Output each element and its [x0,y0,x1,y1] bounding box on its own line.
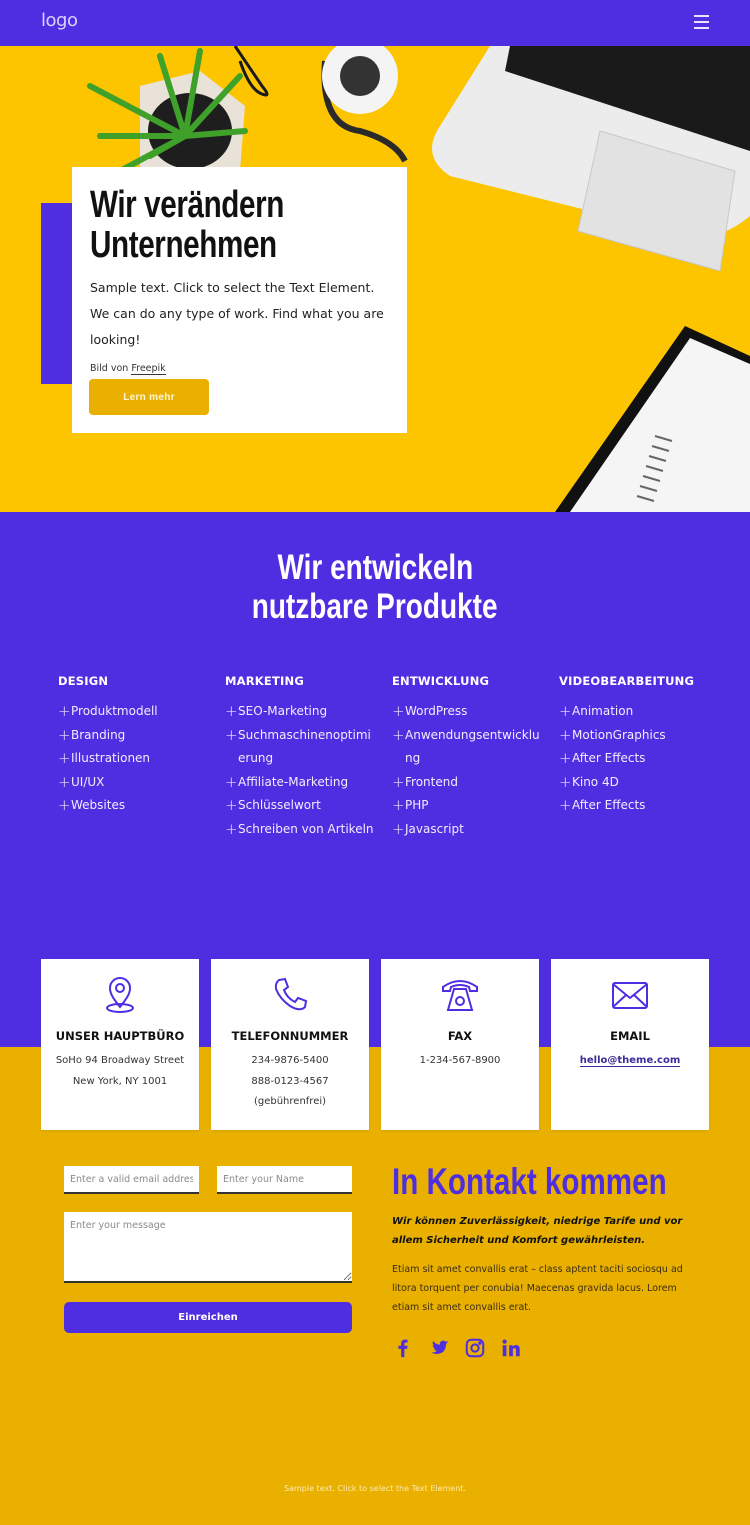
list-item[interactable]: After Effects [559,794,709,818]
card-title: FAX [447,1029,473,1043]
list-item[interactable]: Anwendungsentwicklung [392,724,542,771]
card-line: (gebührenfrei) [253,1096,327,1107]
column-entwicklung: ENTWICKLUNG WordPress Anwendungsentwickl… [392,674,559,841]
contact-body: Etiam sit amet convallis erat – class ap… [392,1264,683,1313]
footer-text: Sample text. Click to select the Text El… [284,1484,466,1493]
hero-section: Wir verändern Unternehmen Sample text. C… [0,46,750,512]
map-pin-icon [106,977,134,1013]
twitter-icon[interactable] [428,1337,450,1359]
list-item[interactable]: Animation [559,700,709,724]
message-textarea[interactable] [64,1212,352,1283]
products-title-line-1: Wir entwickeln [277,548,473,587]
hero-title: Wir verändern Unternehmen [90,185,402,265]
linkedin-icon[interactable] [500,1337,522,1359]
list-item[interactable]: Kino 4D [559,771,709,795]
list-item[interactable]: After Effects [559,747,709,771]
list-item[interactable]: Branding [58,724,208,748]
card-line: SoHo 94 Broadway Street [55,1055,185,1066]
list-item[interactable]: WordPress [392,700,542,724]
list-item[interactable]: Frontend [392,771,542,795]
contact-info: In Kontakt kommen Wir können Zuverlässig… [392,1160,692,1359]
freepik-link[interactable]: Freepik [131,363,166,375]
hamburger-menu-icon[interactable] [694,15,709,29]
products-title-line-2: nutzbare Produkte [252,587,498,626]
column-design: DESIGN Produktmodell Branding Illustrati… [58,674,225,841]
list-item[interactable]: Schreiben von Artikeln [225,818,375,842]
column-heading: ENTWICKLUNG [392,674,490,688]
card-title: TELEFONNUMMER [231,1029,349,1043]
card-line: New York, NY 1001 [72,1075,168,1087]
learn-more-button[interactable]: Lern mehr [89,379,209,415]
contact-title: In Kontakt kommen [392,1161,667,1202]
list-item[interactable]: SEO-Marketing [225,700,375,724]
list-item[interactable]: MotionGraphics [559,724,709,748]
clipboard-illustration [555,326,750,512]
list-item[interactable]: Javascript [392,818,542,842]
list-item[interactable]: Schlüsselwort [225,794,375,818]
site-header: logo [0,0,750,46]
card-title: EMAIL [610,1029,650,1043]
hero-text: Sample text. Click to select the Text El… [90,280,384,347]
list-item[interactable]: Websites [58,794,208,818]
column-marketing: MARKETING SEO-Marketing Suchmaschinenopt… [225,674,392,841]
card-title: UNSER HAUPTBÜRO [55,1029,185,1043]
paperclip-illustration [233,46,269,97]
image-credit: Bild von Freepik [90,363,389,375]
list-item[interactable]: Illustrationen [58,747,208,771]
tape-illustration [321,46,408,163]
laptop-illustration [432,46,750,272]
column-heading: VIDEOBEARBEITUNG [559,674,695,688]
products-title: Wir entwickeln nutzbare Produkte [0,548,750,626]
list-item[interactable]: PHP [392,794,542,818]
facebook-icon[interactable] [392,1337,414,1359]
contact-lead: Wir können Zuverlässigkeit, niedrige Tar… [392,1216,683,1246]
phone-icon [274,977,308,1011]
column-heading: DESIGN [58,674,109,688]
card-office: UNSER HAUPTBÜRO SoHo 94 Broadway Street … [41,959,199,1130]
card-line: 234-9876-5400 [251,1055,329,1066]
card-phone: TELEFONNUMMER 234-9876-5400 888-0123-456… [211,959,369,1130]
credit-prefix: Bild von [90,363,129,374]
instagram-icon[interactable] [464,1337,486,1359]
logo[interactable]: logo [41,10,78,31]
list-item[interactable]: Affiliate-Marketing [225,771,375,795]
list-item[interactable]: UI/UX [58,771,208,795]
card-email: EMAIL hello@theme.com [551,959,709,1130]
list-item[interactable]: Produktmodell [58,700,208,724]
hero-title-line-2: Unternehmen [90,224,277,266]
name-input[interactable] [217,1166,352,1194]
social-links [392,1337,692,1359]
email-link[interactable]: hello@theme.com [579,1055,681,1067]
email-input[interactable] [64,1166,199,1194]
envelope-icon [612,982,648,1009]
submit-button[interactable]: Einreichen [64,1302,352,1333]
list-item[interactable]: Suchmaschinenoptimierung [225,724,375,771]
product-columns: DESIGN Produktmodell Branding Illustrati… [58,674,726,841]
column-videobearbeitung: VIDEOBEARBEITUNG Animation MotionGraphic… [559,674,726,841]
fax-telephone-icon [442,980,478,1011]
column-heading: MARKETING [225,674,304,688]
contact-cards: UNSER HAUPTBÜRO SoHo 94 Broadway Street … [41,959,709,1130]
card-line: 1-234-567-8900 [419,1055,501,1066]
card-line: 888-0123-4567 [251,1075,329,1087]
hero-title-line-1: Wir verändern [90,184,284,226]
card-fax: FAX 1-234-567-8900 [381,959,539,1130]
hero-card: Wir verändern Unternehmen Sample text. C… [72,167,407,433]
